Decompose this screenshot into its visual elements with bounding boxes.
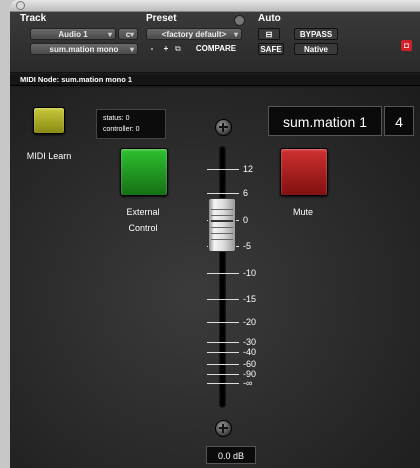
auto-button[interactable]: ⊟ <box>258 28 280 40</box>
copy-icon[interactable]: ⧉ <box>175 44 185 53</box>
channel-value: c <box>125 30 131 39</box>
plugin-window: Track Preset Auto Audio 1 c sum.mation m… <box>10 0 420 468</box>
preset-plus-button[interactable]: + <box>160 43 172 55</box>
mute-button[interactable] <box>280 148 328 196</box>
preset-menu-icon[interactable] <box>234 15 245 26</box>
external-control-button[interactable] <box>120 148 168 196</box>
status-display: status: 0 controller: 0 <box>96 109 166 139</box>
window-close-button[interactable] <box>16 1 25 10</box>
scale-label: -30 <box>243 337 257 347</box>
scale-label: -5 <box>243 241 252 251</box>
track-selector[interactable]: Audio 1 <box>30 28 116 41</box>
scale-label: -60 <box>243 359 257 369</box>
track-name: Audio 1 <box>58 30 88 39</box>
scale-label: -10 <box>243 268 257 278</box>
fader-value-display[interactable]: 0.0 dB <box>206 446 256 464</box>
preset-minus-button[interactable]: - <box>146 43 158 55</box>
preset-selector[interactable]: <factory default> <box>146 28 242 41</box>
scale-tick <box>207 364 239 365</box>
scale-label: -15 <box>243 294 257 304</box>
track-label: Track <box>20 13 47 24</box>
external-control-label-1: External <box>126 207 160 217</box>
automation-icon: ⊟ <box>265 30 273 39</box>
scale-tick <box>207 374 239 375</box>
scale-tick <box>207 169 239 170</box>
plugin-selector[interactable]: sum.mation mono <box>30 43 138 56</box>
plugin-power-icon[interactable]: ◘ <box>401 40 412 51</box>
fader-handle[interactable] <box>208 198 236 252</box>
plugin-panel: MIDI Learn status: 0 controller: 0 Exter… <box>10 88 420 468</box>
mute-label: Mute <box>292 207 313 217</box>
scale-tick <box>207 383 239 384</box>
scale-tick <box>207 273 239 274</box>
plugin-header: Track Preset Auto Audio 1 c sum.mation m… <box>10 12 420 73</box>
midi-node-bar: MIDI Node: sum.mation mono 1 <box>10 74 420 86</box>
preset-label: Preset <box>146 13 177 24</box>
title-bar <box>10 0 420 12</box>
compare-button[interactable]: COMPARE <box>190 43 242 55</box>
scale-label: -∞ <box>243 378 253 388</box>
scale-tick <box>207 352 239 353</box>
scale-label: 6 <box>243 188 249 198</box>
scale-label: 0 <box>243 215 249 225</box>
plugin-number-display: 4 <box>384 106 414 136</box>
auto-label: Auto <box>258 13 281 24</box>
plugin-name-display: sum.mation 1 <box>268 106 382 136</box>
preset-value: <factory default> <box>161 30 227 39</box>
screw-icon <box>215 119 232 136</box>
scale-label: 12 <box>243 164 254 174</box>
fader-track[interactable] <box>219 146 226 408</box>
midi-learn-button[interactable] <box>33 107 65 134</box>
bypass-button[interactable]: BYPASS <box>294 28 338 40</box>
safe-button[interactable]: SAFE <box>258 43 284 55</box>
plugin-value: sum.mation mono <box>49 45 119 54</box>
status-line: status: 0 <box>103 115 130 122</box>
scale-label: -40 <box>243 347 257 357</box>
scale-tick <box>207 342 239 343</box>
external-control-label-2: Control <box>128 223 158 233</box>
controller-line: controller: 0 <box>103 126 140 133</box>
native-button[interactable]: Native <box>294 43 338 55</box>
scale-tick <box>207 193 239 194</box>
scale-label: -20 <box>243 317 257 327</box>
midi-learn-label: MIDI Learn <box>26 151 72 161</box>
channel-selector[interactable]: c <box>118 28 138 41</box>
scale-tick <box>207 299 239 300</box>
screw-icon <box>215 420 232 437</box>
scale-tick <box>207 322 239 323</box>
